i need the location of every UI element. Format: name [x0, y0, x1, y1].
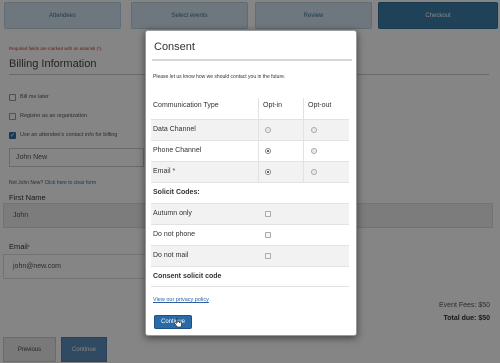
channel-row-phone: Phone Channel [151, 140, 349, 161]
autumn-only-checkbox[interactable] [265, 211, 271, 217]
column-divider [258, 162, 259, 182]
column-divider [303, 162, 304, 182]
modal-title-rule [152, 59, 352, 61]
modal-continue-button[interactable]: Continue [154, 315, 192, 329]
modal-intro: Please let us know how we should contact… [153, 74, 286, 80]
channel-name: Data Channel [153, 126, 196, 133]
column-divider [303, 98, 304, 119]
table-header-row: Communication Type Opt-in Opt-out [151, 98, 349, 119]
solicit-row-mail: Do not mail [151, 245, 349, 266]
solicit-code-name: Do not phone [153, 231, 196, 238]
solicit-codes-title: Solicit Codes: [153, 189, 200, 196]
solicit-code-name: Autumn only [153, 210, 192, 217]
consent-code-label: Consent solicit code [153, 273, 222, 280]
do-not-phone-checkbox[interactable] [265, 232, 271, 238]
channel-row-email: Email * [151, 161, 349, 182]
header-opt-out: Opt-out [308, 102, 332, 109]
email-opt-out-radio[interactable] [311, 169, 317, 175]
modal-title: Consent [154, 41, 195, 53]
solicit-row-phone: Do not phone [151, 224, 349, 245]
channel-row-data: Data Channel [151, 119, 349, 140]
privacy-policy-link[interactable]: View our privacy policy [153, 297, 209, 303]
channel-name: Phone Channel [153, 147, 202, 154]
phone-opt-in-radio[interactable] [265, 148, 271, 154]
solicit-header-row: Solicit Codes: [151, 182, 349, 203]
pointer-cursor-icon [174, 318, 182, 328]
solicit-row-autumn: Autumn only [151, 203, 349, 224]
column-divider [258, 120, 259, 140]
channel-name: Email * [153, 168, 176, 175]
do-not-mail-checkbox[interactable] [265, 253, 271, 259]
header-communication-type: Communication Type [153, 102, 219, 109]
column-divider [258, 141, 259, 161]
data-opt-in-radio[interactable] [265, 127, 271, 133]
solicit-code-name: Do not mail [153, 252, 189, 259]
column-divider [303, 120, 304, 140]
column-divider [303, 141, 304, 161]
column-divider [258, 98, 259, 119]
phone-opt-out-radio[interactable] [311, 148, 317, 154]
consent-modal: Consent Please let us know how we should… [145, 30, 357, 336]
email-opt-in-radio[interactable] [265, 169, 271, 175]
data-opt-out-radio[interactable] [311, 127, 317, 133]
consent-table: Communication Type Opt-in Opt-out Data C… [151, 98, 349, 287]
consent-code-row: Consent solicit code [151, 266, 349, 287]
header-opt-in: Opt-in [263, 102, 283, 109]
